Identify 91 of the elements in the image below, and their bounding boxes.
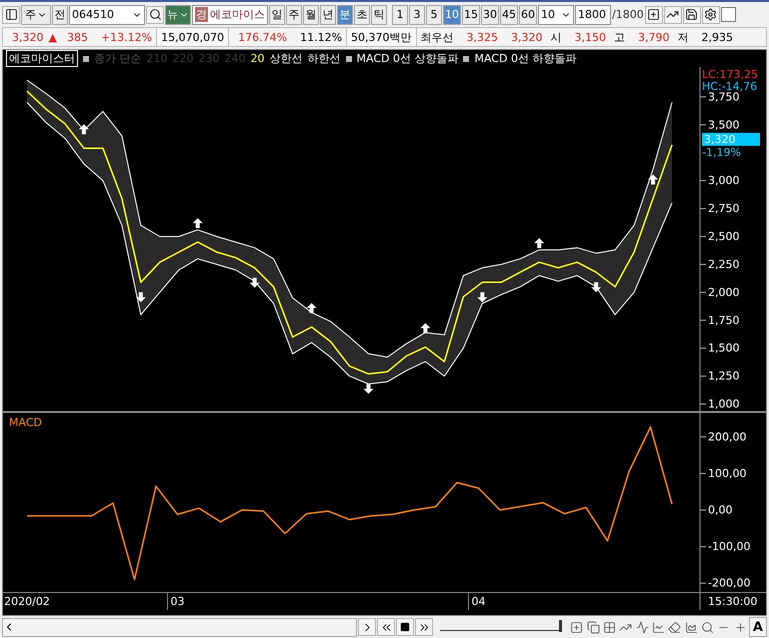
- price-change: -1,19%: [702, 146, 741, 159]
- quote-value: 3,790: [637, 30, 671, 46]
- quote-value: 3,320: [11, 30, 44, 46]
- save-icon[interactable]: [682, 6, 701, 24]
- axis-label: 100,00: [708, 466, 746, 480]
- axis-label: 0,00: [708, 504, 732, 517]
- rewind-icon[interactable]: [377, 618, 396, 636]
- minute-tab[interactable]: 10: [443, 4, 461, 24]
- panel-icon[interactable]: [2, 6, 20, 24]
- axis-label: 2,750: [708, 202, 740, 216]
- count-field[interactable]: 1800: [575, 4, 611, 24]
- font-button[interactable]: A: [748, 617, 767, 637]
- axis-label: -200,00: [708, 576, 750, 590]
- quote-value: 176.74%: [237, 30, 288, 46]
- hc-value: HC:-14,76: [702, 80, 758, 93]
- legend-param: 240: [224, 52, 246, 65]
- minute-tab[interactable]: 1: [392, 4, 408, 24]
- legend-series: 상한선: [270, 51, 302, 66]
- axis-label: 200,00: [708, 430, 746, 444]
- lc-value: LC:173,25: [702, 68, 758, 81]
- settings-icon[interactable]: [702, 6, 720, 24]
- minute-tab[interactable]: 3: [409, 4, 425, 24]
- axis-label: -100,00: [708, 540, 750, 554]
- quote-value: 50,370백만: [346, 28, 417, 46]
- quote-value: 저: [676, 30, 690, 46]
- date-label: 2020/02: [4, 595, 50, 608]
- name-field[interactable]: 경 에코마이스: [192, 4, 268, 24]
- time-label: 15:30:00: [708, 595, 758, 608]
- axis-label: 3,750: [708, 90, 740, 104]
- period-tab[interactable]: 년: [320, 4, 336, 24]
- axis-label: 1,000: [708, 398, 740, 411]
- axis-label: 2,000: [708, 286, 740, 299]
- search-icon[interactable]: [146, 6, 164, 24]
- legend-param: 230: [198, 52, 220, 65]
- legend-label: 종가 단순: [94, 51, 142, 66]
- quote-value: ▲: [48, 30, 58, 46]
- interval-select[interactable]: 10: [538, 4, 574, 24]
- quote-value: 11.12%: [299, 30, 344, 46]
- axis-label: 2,500: [708, 230, 740, 243]
- quote-value: 3,320: [510, 30, 544, 46]
- legend-marker-icon: [346, 56, 352, 62]
- slider-thumb[interactable]: [559, 620, 562, 632]
- legend-param: 220: [172, 52, 194, 65]
- period-tab[interactable]: 주: [286, 4, 302, 24]
- quote-value: 3,325: [466, 30, 500, 46]
- quote-value: 385: [66, 30, 89, 46]
- minute-tab[interactable]: 15: [462, 4, 480, 24]
- axis-label: 1,500: [708, 342, 740, 355]
- legend-param: 20: [250, 52, 264, 65]
- minute-tab[interactable]: 60: [519, 4, 537, 24]
- checkbox[interactable]: [720, 7, 736, 22]
- quote-value: 3,150: [574, 30, 608, 46]
- legend-marker-icon: [83, 56, 89, 62]
- period-tab[interactable]: 분: [337, 4, 353, 24]
- legend-marker-icon: [463, 56, 470, 62]
- quote-value: +13.12%: [100, 30, 154, 46]
- price-tag: 3,320: [702, 132, 760, 146]
- scroll-bar[interactable]: [2, 618, 358, 636]
- period-tab[interactable]: 일: [269, 4, 285, 24]
- date-label: 04: [472, 595, 486, 608]
- axis-label: 2,250: [708, 258, 740, 271]
- quote-value: 2,935: [700, 30, 734, 46]
- legend-series: 하한선: [308, 51, 340, 66]
- axis-label: 3,500: [708, 118, 740, 132]
- axis-label: 3,000: [708, 174, 740, 188]
- next-icon[interactable]: [358, 618, 376, 636]
- quote-value: 시: [550, 30, 563, 46]
- quote-value: 고: [613, 30, 626, 46]
- code-field[interactable]: 064510: [69, 4, 145, 24]
- quote-value: 15,070,070: [156, 28, 230, 46]
- quote-value: 최우선: [420, 30, 455, 46]
- legend-param: 210: [146, 52, 168, 65]
- legend-label: MACD 0선 상향돌파: [356, 51, 458, 66]
- legend-label: MACD 0선 하향돌파: [474, 51, 576, 66]
- macd-label: MACD: [9, 416, 42, 429]
- minute-tab[interactable]: 5: [426, 4, 442, 24]
- period-tab[interactable]: 틱: [371, 4, 387, 24]
- period-tab[interactable]: 초: [354, 4, 370, 24]
- axis-label: 1,750: [708, 314, 740, 327]
- chart-title: 에코마이스터: [6, 50, 78, 67]
- period-tab[interactable]: 월: [303, 4, 319, 24]
- fast-forward-icon[interactable]: [415, 618, 434, 636]
- prev-button[interactable]: 전: [52, 4, 68, 24]
- market-select[interactable]: 주: [21, 4, 51, 24]
- minute-tab[interactable]: 30: [481, 4, 499, 24]
- date-label: 03: [170, 595, 184, 608]
- news-button[interactable]: 뉴: [165, 4, 191, 24]
- minute-tab[interactable]: 45: [500, 4, 518, 24]
- stop-icon[interactable]: [396, 618, 414, 636]
- axis-label: 1,250: [708, 370, 740, 383]
- count-total: /1800: [612, 8, 644, 21]
